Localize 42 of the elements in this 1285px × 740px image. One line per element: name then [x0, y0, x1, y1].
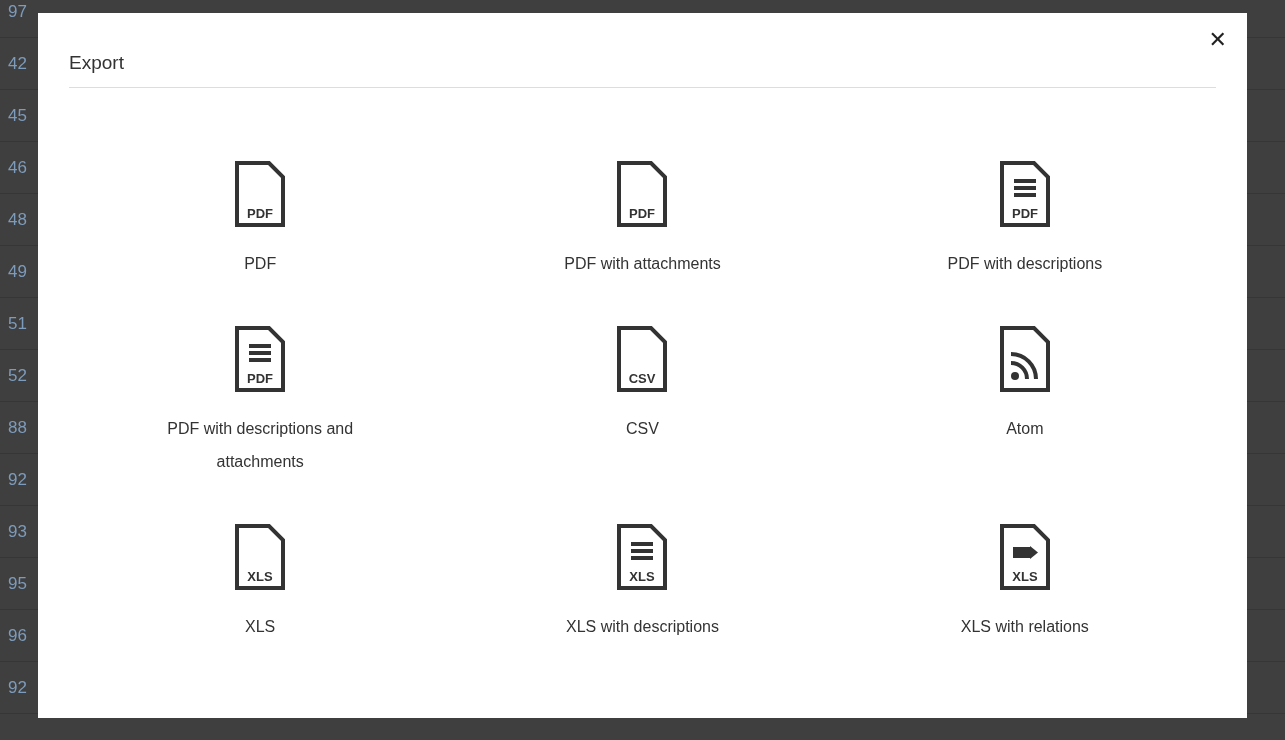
file-type-label: XLS [629, 569, 656, 584]
document-icon [999, 524, 1050, 590]
document-icon [617, 326, 668, 392]
export-option[interactable]: PDF PDF with attachments [564, 161, 721, 280]
row-number: 96 [8, 625, 27, 646]
document-icon [235, 524, 286, 590]
row-number: 45 [8, 105, 27, 126]
export-option[interactable]: PDF PDF [235, 161, 286, 280]
row-number: 48 [8, 209, 27, 230]
export-option[interactable]: Atom [999, 326, 1050, 478]
file-type-label: XLS [1012, 569, 1038, 584]
document-icon [235, 161, 286, 227]
file-type-label: PDF [247, 206, 274, 221]
export-option[interactable]: XLS XLS with descriptions [566, 524, 719, 643]
document-icon [999, 326, 1050, 392]
file-type-label: PDF [1011, 206, 1038, 221]
row-number: 49 [8, 261, 27, 282]
row-number: 51 [8, 313, 27, 334]
file-type-label: PDF [629, 206, 656, 221]
row-number: 52 [8, 365, 27, 386]
export-option[interactable]: PDF PDF with descriptions and attachments [130, 326, 391, 478]
row-number: 46 [8, 157, 27, 178]
export-option[interactable]: XLS XLS with relations [960, 524, 1089, 643]
file-type-label: PDF [247, 371, 274, 386]
dialog-title: Export [69, 52, 124, 74]
row-number: 95 [8, 573, 27, 594]
export-option[interactable]: CSV CSV [617, 326, 668, 478]
row-number: 92 [8, 469, 27, 490]
row-number: 93 [8, 521, 27, 542]
row-number: 97 [8, 1, 27, 22]
row-number: 92 [8, 677, 27, 698]
file-type-label: XLS [247, 569, 273, 584]
close-button[interactable]: ✕ [1204, 25, 1231, 54]
export-option[interactable]: PDF PDF with descriptions [947, 161, 1103, 280]
document-icon [235, 326, 286, 392]
row-number: 88 [8, 417, 27, 438]
document-icon [617, 161, 668, 227]
document-icon [999, 161, 1050, 227]
file-type-label: CSV [629, 371, 656, 386]
row-number: 42 [8, 53, 27, 74]
document-icon [617, 524, 668, 590]
export-option[interactable]: XLS XLS [235, 524, 286, 643]
